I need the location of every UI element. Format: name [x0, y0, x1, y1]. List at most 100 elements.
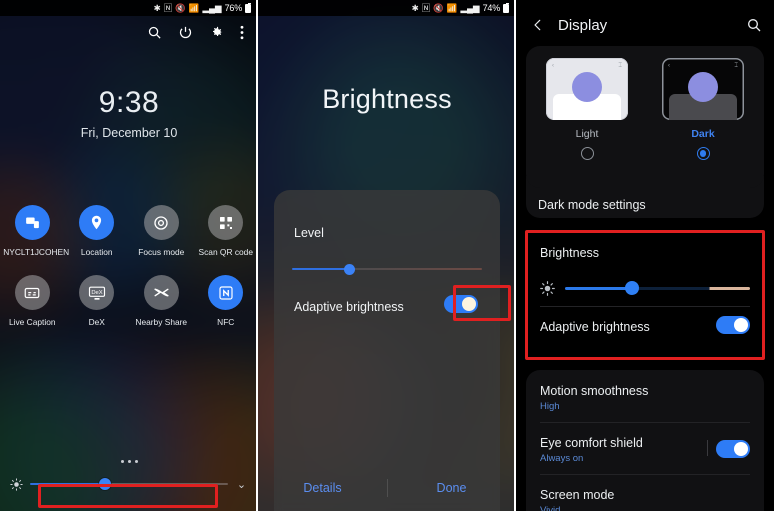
wifi-icon: 📶: [446, 2, 458, 13]
tiles-row-1: NYCLT1JCOHEN Location Focus mode Scan QR…: [0, 205, 258, 257]
theme-option-dark[interactable]: ‹ ⌶ Dark: [662, 58, 744, 160]
battery-icon: [503, 2, 509, 13]
eye-comfort-shield-toggle[interactable]: [716, 440, 750, 463]
bluetooth-icon: ✱: [411, 2, 419, 13]
toggle-switch-on[interactable]: [716, 440, 750, 458]
tile-nfc[interactable]: NFC: [194, 275, 259, 327]
battery-percent-label: 76%: [224, 3, 243, 13]
quick-settings-toolbar: [0, 16, 258, 48]
search-icon[interactable]: [746, 17, 762, 33]
cast-icon: [14, 205, 50, 240]
display-options-list: Motion smoothness High Eye comfort shiel…: [526, 370, 764, 511]
brightness-slider-knob[interactable]: [624, 281, 639, 295]
dialog-buttons: Details Done: [258, 481, 516, 495]
live-caption-icon: [14, 275, 50, 311]
level-slider-knob[interactable]: [343, 263, 355, 275]
brightness-slider-knob[interactable]: [99, 478, 112, 490]
brightness-slider-track: [565, 286, 750, 290]
location-pin-icon: [79, 205, 115, 240]
adaptive-brightness-label: Adaptive brightness: [540, 320, 650, 334]
chevron-down-icon[interactable]: ⌄: [235, 478, 248, 491]
toggle-switch-on[interactable]: [716, 316, 750, 334]
tile-label: Location: [80, 247, 113, 257]
status-bar-left: ✱ 🄽 🔇 📶 ▂▄▆ 76%: [0, 0, 258, 16]
adaptive-brightness-toggle[interactable]: [444, 295, 478, 318]
tile-location[interactable]: Location: [65, 205, 130, 257]
vertical-separator: [707, 440, 708, 456]
nearby-share-icon: [143, 275, 179, 311]
display-settings-panel: Display ‹ ⌶ Light ‹ ⌶ Dark Dark mode set…: [516, 0, 774, 511]
list-item-motion-smoothness[interactable]: Motion smoothness High: [540, 384, 750, 412]
brightness-title: Brightness: [540, 246, 600, 260]
radio-light[interactable]: [580, 147, 594, 160]
tile-label: NYCLT1JCOHEN: [3, 247, 70, 257]
tile-scan-qr[interactable]: Scan QR code: [194, 205, 259, 257]
bluetooth-icon: ✱: [153, 2, 161, 13]
tile-cast[interactable]: NYCLT1JCOHEN: [0, 205, 70, 257]
list-item-title: Motion smoothness: [540, 384, 649, 398]
tile-label: Live Caption: [8, 317, 56, 328]
theme-option-light[interactable]: ‹ ⌶ Light: [546, 58, 628, 160]
focus-target-icon: [143, 205, 179, 240]
settings-gear-icon[interactable]: [209, 25, 224, 40]
more-options-icon[interactable]: [240, 25, 244, 40]
quick-brightness-row: ⌄: [0, 471, 258, 497]
clock-date: Fri, December 10: [80, 126, 178, 140]
theme-label: Dark: [691, 128, 715, 140]
list-item-screen-mode[interactable]: Screen mode Vivid: [540, 488, 750, 511]
toggle-knob: [462, 297, 476, 311]
divider: [540, 306, 750, 307]
done-button[interactable]: Done: [387, 481, 516, 495]
tile-dex[interactable]: DeX DeX: [65, 275, 130, 327]
list-item-subtitle: High: [540, 401, 560, 412]
chevron-left-icon[interactable]: [528, 17, 548, 33]
quick-settings-tiles: NYCLT1JCOHEN Location Focus mode Scan QR…: [0, 205, 258, 328]
details-button[interactable]: Details: [258, 481, 387, 495]
chevron-left-icon: ‹: [668, 63, 670, 69]
theme-selector-card: ‹ ⌶ Light ‹ ⌶ Dark: [526, 46, 764, 188]
tile-label: NFC: [217, 317, 235, 328]
battery-icon: [245, 2, 251, 13]
brightness-slider[interactable]: [565, 280, 750, 296]
toggle-switch-on[interactable]: [444, 295, 478, 313]
divider: [540, 474, 750, 475]
dark-mode-settings-label: Dark mode settings: [538, 198, 646, 212]
level-slider[interactable]: [292, 262, 482, 276]
toggle-knob: [734, 442, 748, 456]
radio-dark[interactable]: [696, 147, 710, 160]
list-item-title: Screen mode: [540, 488, 615, 502]
signal-icon: ▂▄▆: [460, 2, 480, 13]
dark-mode-settings-row[interactable]: Dark mode settings: [526, 193, 764, 217]
adaptive-brightness-toggle[interactable]: [716, 316, 750, 339]
brightness-card: Brightness Adaptive brightness: [526, 232, 764, 360]
tile-focus-mode[interactable]: Focus mode: [129, 205, 194, 257]
tile-live-caption[interactable]: Live Caption: [0, 275, 65, 327]
brightness-slider[interactable]: [30, 475, 228, 493]
divider: [540, 422, 750, 423]
power-icon[interactable]: [178, 25, 193, 40]
preview-blob: [572, 71, 602, 102]
svg-text:DeX: DeX: [91, 290, 102, 296]
status-bar-right: [516, 0, 774, 16]
brightness-dialog-panel: ✱ 🄽 🔇 📶 ▂▄▆ 74% Brightness Level Adaptiv…: [258, 0, 516, 511]
tile-nearby-share[interactable]: Nearby Share: [129, 275, 194, 327]
dot: [120, 460, 124, 463]
preview-blob: [688, 71, 718, 102]
chevron-left-icon: ‹: [552, 63, 554, 69]
tile-label: Scan QR code: [198, 247, 253, 257]
panel-divider-1: [256, 0, 258, 511]
tile-label: Focus mode: [138, 247, 185, 257]
battery-percent-label: 74%: [482, 3, 501, 13]
nfc-icon: 🄽: [163, 2, 173, 13]
tile-label: Nearby Share: [135, 317, 188, 328]
nfc-icon: [208, 275, 244, 311]
qr-code-icon: [208, 205, 244, 240]
dot: [127, 460, 131, 463]
search-icon[interactable]: [147, 25, 162, 40]
light-theme-preview-icon: ‹ ⌶: [546, 58, 628, 120]
brightness-sheet: Level Adaptive brightness: [274, 190, 500, 511]
bar-icon: ⌶: [618, 63, 622, 69]
mute-icon: 🔇: [433, 2, 444, 13]
lock-clock: 9:38 Fri, December 10: [0, 88, 258, 141]
dex-icon: DeX: [79, 275, 115, 311]
